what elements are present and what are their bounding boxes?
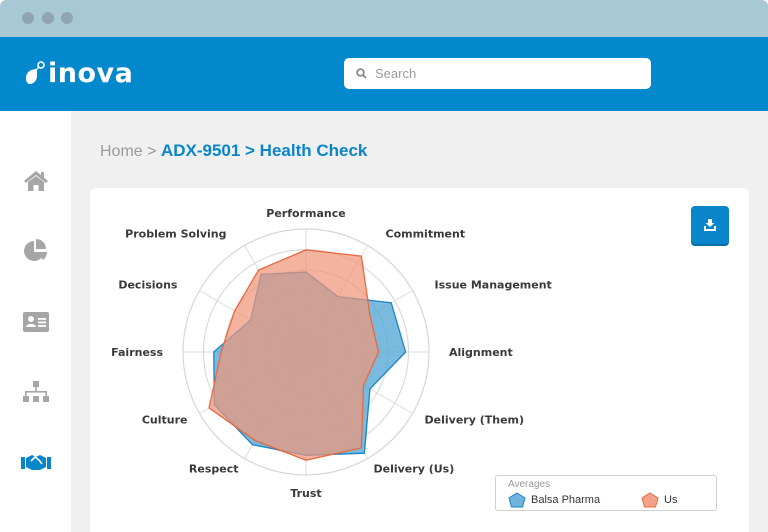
legend-item-us[interactable]: Us xyxy=(641,492,677,508)
axis-label: Decisions xyxy=(118,279,178,292)
axis-label: Issue Management xyxy=(435,279,552,292)
window-titlebar xyxy=(0,0,768,37)
axis-label: Respect xyxy=(189,463,239,476)
logo[interactable]: inova xyxy=(24,57,133,89)
breadcrumb-current: ADX-9501 > Health Check xyxy=(160,141,368,160)
search-icon xyxy=(356,68,367,79)
window-close-dot[interactable] xyxy=(22,12,34,24)
download-icon xyxy=(704,219,716,231)
org-chart-icon xyxy=(23,381,49,402)
axis-label: Alignment xyxy=(449,346,513,359)
chart-legend: Averages Balsa Pharma Us xyxy=(495,475,717,511)
search-input[interactable] xyxy=(375,66,635,81)
series-us xyxy=(208,249,380,461)
app-header: inova xyxy=(0,37,768,111)
breadcrumb-separator: > xyxy=(147,143,157,160)
axis-label: Delivery (Them) xyxy=(425,414,525,427)
id-card-icon xyxy=(23,312,49,332)
legend-title: Averages xyxy=(508,479,551,490)
window-minimize-dot[interactable] xyxy=(42,12,54,24)
axis-label: Commitment xyxy=(386,227,466,240)
axis-label: Trust xyxy=(290,487,321,500)
logo-text: inova xyxy=(48,57,134,89)
sidebar xyxy=(0,111,71,532)
logo-drop-icon xyxy=(26,61,45,84)
axis-label: Fairness xyxy=(111,346,163,359)
axis-label: Delivery (Us) xyxy=(374,463,455,476)
download-button[interactable] xyxy=(691,206,729,244)
sidebar-item-partnerships[interactable] xyxy=(19,447,53,477)
window-maximize-dot[interactable] xyxy=(61,12,73,24)
breadcrumb-home[interactable]: Home xyxy=(100,143,143,160)
axis-label: Problem Solving xyxy=(125,227,226,240)
breadcrumb: Home > ADX-9501 > Health Check xyxy=(100,141,367,161)
handshake-icon xyxy=(21,455,51,470)
sidebar-item-home[interactable] xyxy=(19,166,53,196)
axis-label: Performance xyxy=(266,207,345,220)
axis-label: Culture xyxy=(142,414,188,427)
health-check-card: Performance Commitment Issue Management Ali… xyxy=(90,188,749,532)
pie-chart-icon xyxy=(24,239,47,261)
pentagon-icon xyxy=(508,492,526,508)
sidebar-item-contacts[interactable] xyxy=(19,307,53,337)
legend-label: Balsa Pharma xyxy=(531,494,601,506)
pentagon-icon xyxy=(641,492,659,508)
legend-item-balsa-pharma[interactable]: Balsa Pharma xyxy=(508,492,600,508)
home-icon xyxy=(24,171,48,191)
legend-label: Us xyxy=(664,494,678,506)
sidebar-item-reports[interactable] xyxy=(19,236,53,266)
search-box[interactable] xyxy=(344,58,651,89)
main-content: Home > ADX-9501 > Health Check Performan… xyxy=(71,111,768,532)
sidebar-item-organization[interactable] xyxy=(19,377,53,407)
